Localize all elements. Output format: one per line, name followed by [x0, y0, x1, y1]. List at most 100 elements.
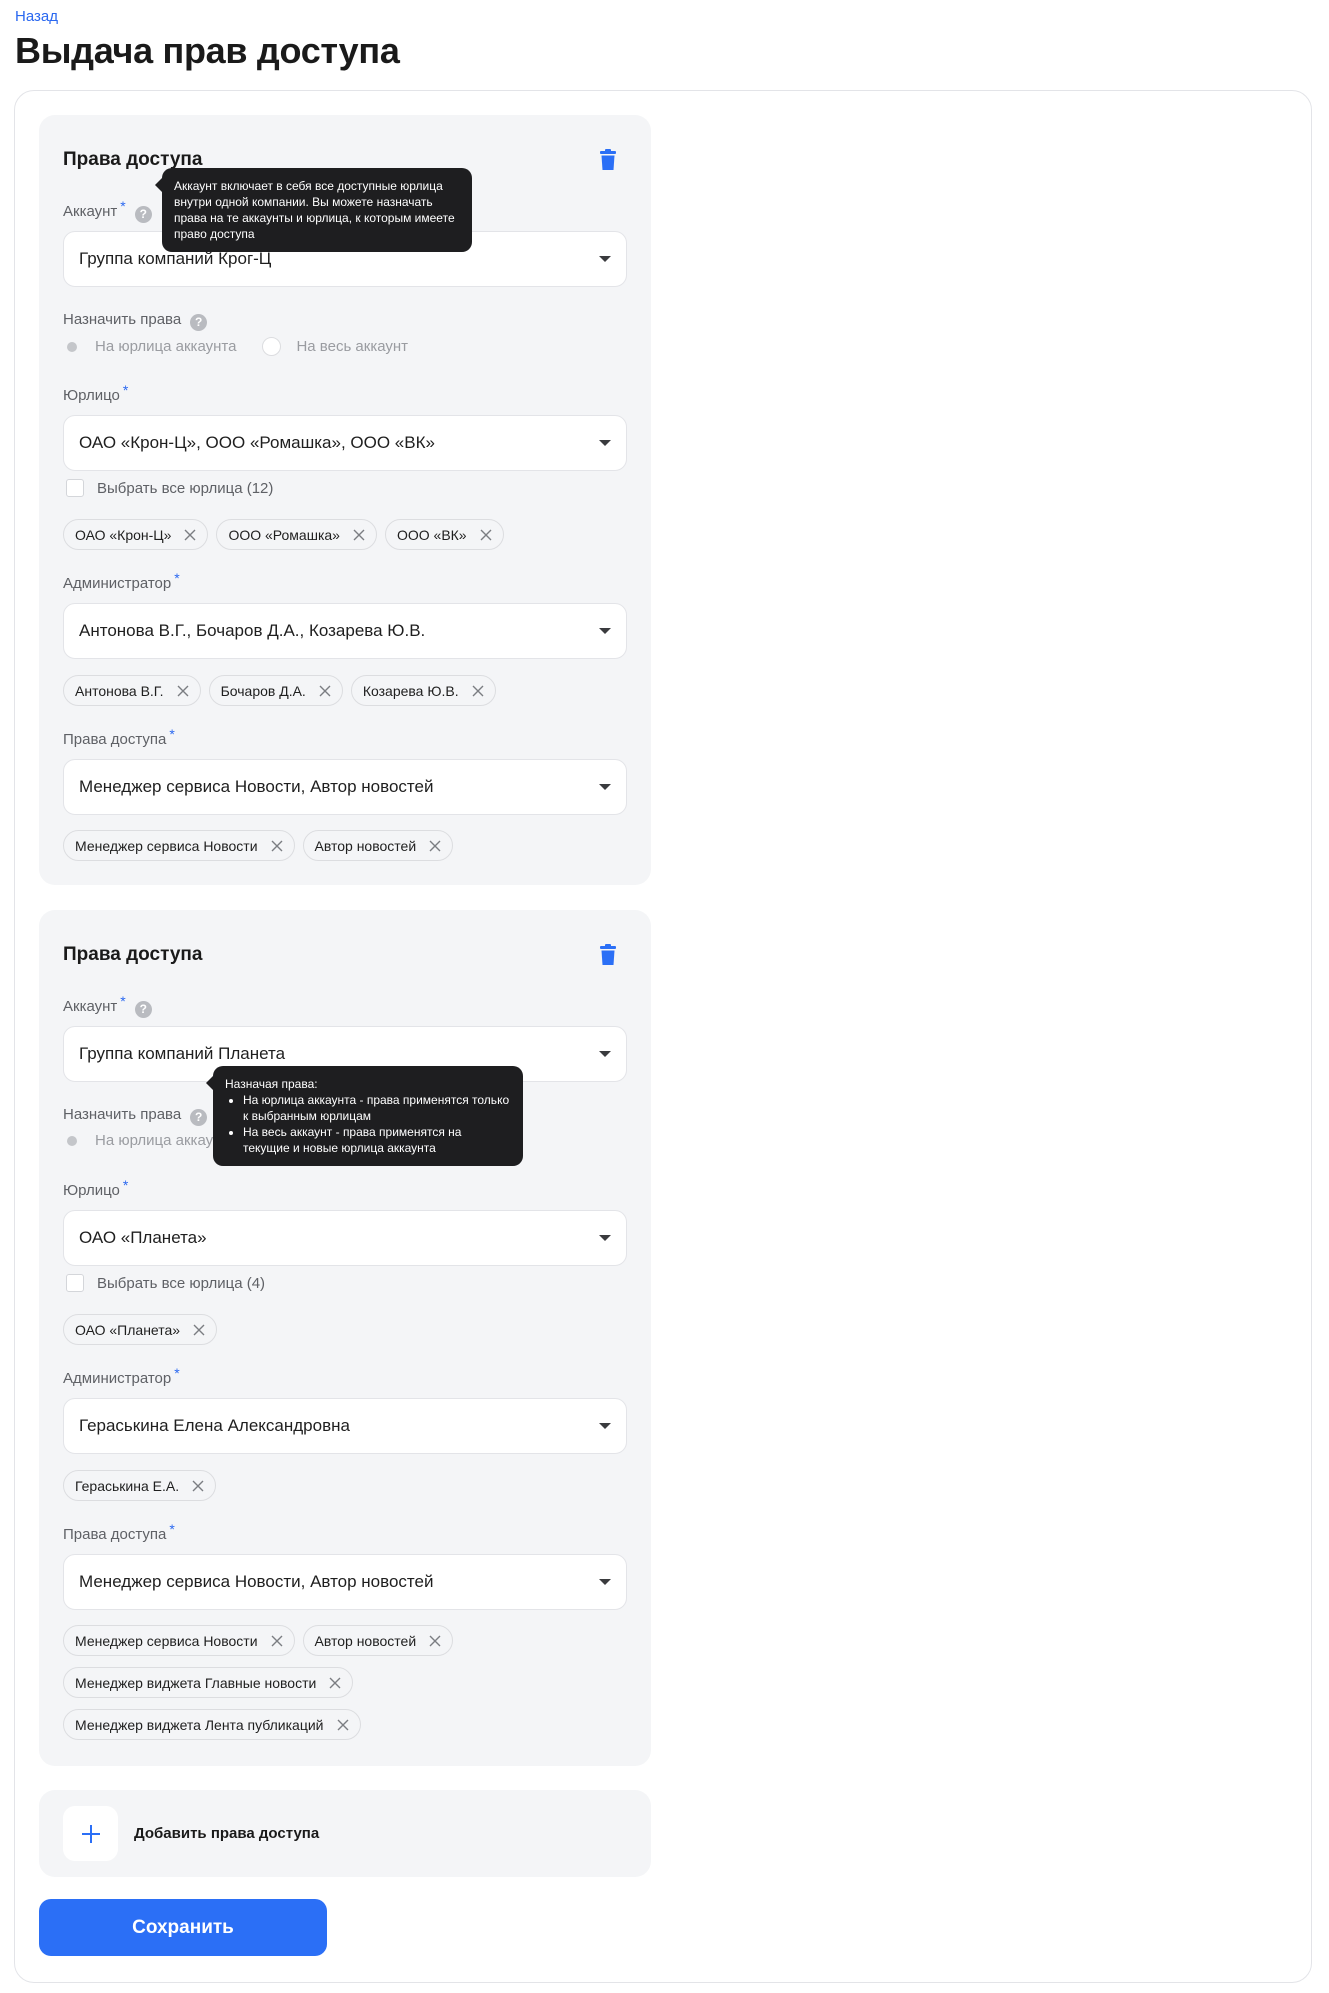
select-all-label: Выбрать все юрлица (12)	[97, 479, 274, 497]
caret-down-icon	[599, 1579, 611, 1585]
admin-select-value: Антонова В.Г., Бочаров Д.А., Козарева Ю.…	[79, 621, 426, 640]
caret-down-icon	[599, 1235, 611, 1241]
assign-radio-group: На юрлица аккаунта На весь аккаунт	[67, 337, 408, 356]
select-all-legal[interactable]: Выбрать все юрлица (12)	[66, 479, 273, 497]
caret-down-icon	[599, 1051, 611, 1057]
section-title: Права доступа	[63, 944, 203, 965]
legal-select[interactable]: ОАО «Планета»	[63, 1210, 627, 1266]
rights-select[interactable]: Менеджер сервиса Новости, Автор новостей	[63, 1554, 627, 1610]
select-all-label: Выбрать все юрлица (4)	[97, 1274, 266, 1292]
admin-select-value: Гераськина Елена Александровна	[79, 1416, 350, 1435]
radio-label-whole: На весь аккаунт	[296, 338, 409, 355]
rights-label: Права доступа *	[63, 1521, 175, 1543]
legal-select[interactable]: ОАО «Крон-Ц», ООО «Ромашка», ООО «ВК»	[63, 415, 627, 471]
account-label: Аккаунт *?	[63, 198, 152, 223]
admin-label: Администратор *	[63, 1365, 180, 1387]
admin-chips: Антонова В.Г. Бочаров Д.А. Козарева Ю.В.	[63, 675, 496, 706]
assign-tooltip: Назначая права: На юрлица аккаунта - пра…	[206, 1066, 523, 1166]
access-section-1: Права доступа Аккаунт *? Группа компаний …	[39, 115, 651, 885]
admin-chips: Гераськина Е.А.	[63, 1470, 217, 1501]
question-icon[interactable]: ?	[190, 1109, 208, 1126]
question-icon[interactable]: ?	[190, 314, 208, 331]
tooltip-item: На юрлица аккаунта - права применятся то…	[243, 1092, 511, 1124]
question-icon[interactable]: ?	[134, 1001, 152, 1018]
account-select-value: Группа компаний Крог-Ц	[79, 249, 272, 268]
rights-chips: Менеджер сервиса Новости Автор новостей	[63, 830, 454, 861]
legal-label: Юрлицо *	[63, 1177, 129, 1199]
legal-label: Юрлицо *	[63, 382, 129, 404]
chip: Козарева Ю.В.	[350, 675, 496, 706]
chip: Автор новостей	[302, 1625, 454, 1656]
trash-icon[interactable]	[599, 944, 617, 966]
back-link[interactable]: Назад	[15, 8, 58, 25]
chip: ОАО «Планета»	[63, 1314, 218, 1345]
close-icon[interactable]	[271, 840, 283, 852]
chip: Менеджер сервиса Новости	[63, 1625, 295, 1656]
radio-whole-account[interactable]	[262, 337, 282, 356]
close-icon[interactable]	[319, 685, 331, 697]
question-icon[interactable]: ?	[134, 206, 152, 223]
chip: Менеджер сервиса Новости	[63, 830, 295, 861]
chip: Бочаров Д.А.	[208, 675, 343, 706]
caret-down-icon	[599, 256, 611, 262]
close-icon[interactable]	[177, 685, 189, 697]
admin-select[interactable]: Антонова В.Г., Бочаров Д.А., Козарева Ю.…	[63, 603, 627, 659]
add-rights-button[interactable]: Добавить права доступа	[39, 1790, 651, 1877]
page-title: Выдача прав доступа	[15, 30, 400, 71]
close-icon[interactable]	[329, 1677, 341, 1689]
account-select-value: Группа компаний Планета	[79, 1044, 286, 1063]
trash-icon[interactable]	[599, 149, 617, 171]
chip: ООО «Ромашка»	[216, 519, 377, 550]
close-icon[interactable]	[480, 529, 492, 541]
chip: ОАО «Крон-Ц»	[63, 519, 209, 550]
assign-label: Назначить права?	[63, 1106, 208, 1126]
legal-chips: ОАО «Планета»	[63, 1314, 218, 1345]
radio-label-legal: На юрлица аккаунта	[95, 338, 237, 355]
rights-select-value: Менеджер сервиса Новости, Автор новостей	[79, 777, 434, 796]
radio-selected-legal[interactable]	[67, 1135, 77, 1146]
plus-icon	[81, 1824, 100, 1843]
select-all-checkbox[interactable]	[66, 1274, 84, 1292]
legal-chips: ОАО «Крон-Ц» ООО «Ромашка» ООО «ВК»	[63, 519, 504, 550]
close-icon[interactable]	[429, 840, 441, 852]
close-icon[interactable]	[271, 1635, 283, 1647]
rights-chips: Менеджер сервиса Новости Автор новостей …	[63, 1625, 513, 1740]
save-button[interactable]: Сохранить	[39, 1899, 327, 1956]
caret-down-icon	[599, 628, 611, 634]
rights-label: Права доступа *	[63, 726, 175, 748]
legal-select-value: ОАО «Планета»	[79, 1228, 207, 1247]
admin-select[interactable]: Гераськина Елена Александровна	[63, 1398, 627, 1454]
tooltip-title: Назначая права:	[225, 1077, 318, 1091]
tooltip-item: На весь аккаунт - права применятся на те…	[243, 1124, 511, 1156]
legal-select-value: ОАО «Крон-Ц», ООО «Ромашка», ООО «ВК»	[79, 433, 435, 452]
caret-down-icon	[599, 1423, 611, 1429]
account-label: Аккаунт *?	[63, 993, 152, 1018]
add-button-box[interactable]	[63, 1806, 118, 1861]
close-icon[interactable]	[429, 1635, 441, 1647]
account-tooltip: Аккаунт включает в себя все доступные юр…	[155, 168, 472, 252]
caret-down-icon	[599, 784, 611, 790]
add-rights-label: Добавить права доступа	[134, 1825, 320, 1842]
assign-radio-group: На юрлица аккаунта	[67, 1132, 236, 1149]
select-all-legal[interactable]: Выбрать все юрлица (4)	[66, 1274, 265, 1292]
close-icon[interactable]	[192, 1480, 204, 1492]
chip: Менеджер виджета Лента публикаций	[63, 1709, 361, 1740]
rights-select-value: Менеджер сервиса Новости, Автор новостей	[79, 1572, 434, 1591]
access-section-2: Права доступа Аккаунт *? Группа компаний …	[39, 910, 651, 1766]
chip: Автор новостей	[302, 830, 454, 861]
rights-select[interactable]: Менеджер сервиса Новости, Автор новостей	[63, 759, 627, 815]
chip: Гераськина Е.А.	[63, 1470, 217, 1501]
assign-label: Назначить права?	[63, 311, 208, 331]
close-icon[interactable]	[337, 1719, 349, 1731]
chip: Антонова В.Г.	[63, 675, 201, 706]
close-icon[interactable]	[184, 529, 196, 541]
caret-down-icon	[599, 440, 611, 446]
chip: Менеджер виджета Главные новости	[63, 1667, 354, 1698]
close-icon[interactable]	[193, 1324, 205, 1336]
chip: ООО «ВК»	[384, 519, 504, 550]
close-icon[interactable]	[472, 685, 484, 697]
admin-label: Администратор *	[63, 570, 180, 592]
select-all-checkbox[interactable]	[66, 479, 84, 497]
radio-selected-legal[interactable]	[67, 341, 77, 352]
close-icon[interactable]	[353, 529, 365, 541]
